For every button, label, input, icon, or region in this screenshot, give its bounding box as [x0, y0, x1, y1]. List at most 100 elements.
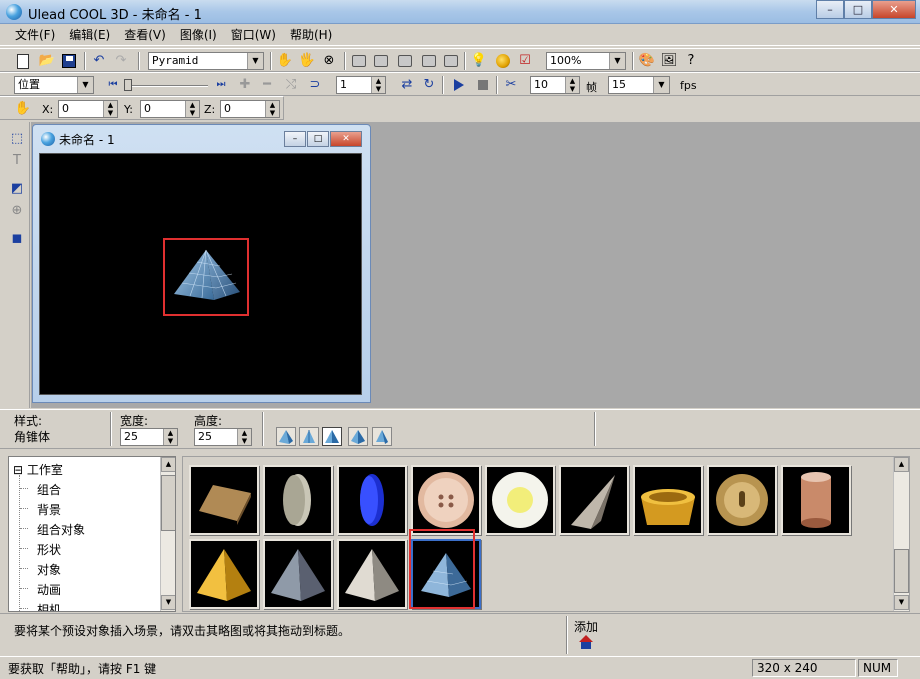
menu-view[interactable]: 查看(V) — [117, 24, 173, 46]
thumbnail-marble-pyramid[interactable] — [263, 539, 333, 609]
menu-image[interactable]: 图像(I) — [173, 24, 224, 46]
thumbnail-gold-pyramid[interactable] — [189, 539, 259, 609]
glass-pyramid-object[interactable] — [170, 248, 242, 304]
thumbnail-cork-board[interactable] — [189, 465, 259, 535]
fit-view-icon[interactable]: ⊗ — [320, 52, 338, 70]
thumbnail-stone-coin[interactable] — [263, 465, 333, 535]
menu-window[interactable]: 窗口(W) — [224, 24, 283, 46]
width-input[interactable]: 25 ▲ ▼ — [120, 428, 178, 446]
fps-select[interactable]: 15 ▼ — [608, 76, 670, 94]
scroll-down-icon[interactable]: ▼ — [161, 595, 175, 610]
pyramid-shape-2-icon[interactable] — [299, 427, 319, 446]
thumbnail-spool[interactable] — [781, 465, 851, 535]
close-button[interactable]: ✕ — [872, 0, 916, 19]
scroll-up-icon[interactable]: ▲ — [894, 457, 909, 472]
spinner-icon[interactable]: ▲ ▼ — [185, 101, 199, 117]
add-key-icon[interactable]: ✚ — [236, 76, 254, 94]
spinner-icon[interactable]: ▲ ▼ — [371, 77, 385, 93]
scroll-up-icon[interactable]: ▲ — [161, 457, 175, 472]
cube-icon[interactable]: ◼ — [8, 230, 26, 248]
align-2-icon[interactable] — [372, 52, 390, 70]
export-icon[interactable]: 🖼 — [660, 52, 678, 70]
render-icon[interactable]: 🎨 — [638, 52, 656, 70]
doc-minimize-button[interactable]: – — [284, 131, 306, 147]
frames-count-input[interactable]: 10 ▲ ▼ — [530, 76, 580, 94]
context-help-icon[interactable]: ? — [682, 52, 700, 70]
check-icon[interactable]: ☑ — [516, 52, 534, 70]
open-folder-icon[interactable]: 📂 — [38, 52, 56, 70]
mode-select[interactable]: 位置 ▼ — [14, 76, 94, 94]
timeline-thumb[interactable] — [124, 79, 132, 91]
light-icon[interactable]: 💡 — [470, 52, 488, 70]
zoom-object-icon[interactable]: ⊕ — [8, 202, 26, 220]
smooth-icon[interactable]: ✂ — [502, 76, 520, 94]
add-house-icon[interactable] — [578, 634, 594, 650]
reverse-icon[interactable]: ⤭ — [282, 76, 300, 94]
thumbnail-blue-disc[interactable] — [337, 465, 407, 535]
thumbnail-silver-pyramid[interactable] — [337, 539, 407, 609]
insert-object-icon[interactable]: ⬚ — [8, 130, 26, 148]
repeat-icon[interactable]: ↻ — [420, 76, 438, 94]
gallery-scrollbar[interactable]: ▲ ▼ — [893, 457, 909, 611]
tree-item-animation[interactable]: 动画 — [37, 581, 61, 598]
thumbnail-dog-bowl[interactable] — [633, 465, 703, 535]
spinner-icon[interactable]: ▲ ▼ — [103, 101, 117, 117]
thumbnail-egg[interactable] — [485, 465, 555, 535]
scroll-thumb[interactable] — [894, 549, 909, 593]
loop-icon[interactable]: ⊃ — [306, 76, 324, 94]
tree-item-object[interactable]: 对象 — [37, 561, 61, 578]
undo-icon[interactable]: ↶ — [90, 52, 108, 70]
z-input[interactable]: 0 ▲ ▼ — [220, 100, 280, 118]
scroll-down-icon[interactable]: ▼ — [894, 595, 909, 610]
y-input[interactable]: 0 ▲ ▼ — [140, 100, 200, 118]
rotate-hand-icon[interactable]: 🖐 — [298, 52, 316, 70]
thumbnail-lock[interactable] — [707, 465, 777, 535]
spinner-icon[interactable]: ▲ ▼ — [265, 101, 279, 117]
menu-help[interactable]: 帮助(H) — [283, 24, 339, 46]
tree-item-shape[interactable]: 形状 — [37, 541, 61, 558]
object-select[interactable]: Pyramid ▼ — [148, 52, 264, 70]
last-frame-icon[interactable]: ⏭ — [214, 76, 228, 94]
insert-text-icon[interactable]: T — [8, 152, 26, 170]
save-icon[interactable] — [60, 52, 78, 70]
stop-button[interactable] — [474, 76, 492, 94]
pyramid-shape-4-icon[interactable] — [348, 427, 368, 446]
pyramid-shape-5-icon[interactable] — [372, 427, 392, 446]
first-frame-icon[interactable]: ⏮ — [106, 76, 120, 94]
minimize-button[interactable]: – — [816, 0, 844, 19]
scene-canvas[interactable] — [39, 153, 362, 395]
tree-root[interactable]: ⊟ 工作室 — [13, 461, 63, 478]
play-button[interactable] — [450, 76, 468, 94]
hand-move-icon[interactable]: ✋ — [276, 52, 294, 70]
height-input[interactable]: 25 ▲ ▼ — [194, 428, 252, 446]
spinner-icon[interactable]: ▲ ▼ — [163, 429, 177, 445]
pyramid-shape-3-icon[interactable] — [322, 427, 342, 446]
tree-item-composition[interactable]: 组合 — [37, 481, 61, 498]
menu-edit[interactable]: 编辑(E) — [62, 24, 117, 46]
doc-maximize-button[interactable]: □ — [307, 131, 329, 147]
edit-geometry-icon[interactable]: ◩ — [8, 180, 26, 198]
tree-item-group-object[interactable]: 组合对象 — [37, 521, 85, 538]
remove-key-icon[interactable]: ━ — [258, 76, 276, 94]
spinner-icon[interactable]: ▲ ▼ — [237, 429, 251, 445]
pingpong-icon[interactable]: ⇄ — [398, 76, 416, 94]
zoom-select[interactable]: 100% ▼ — [546, 52, 626, 70]
align-1-icon[interactable] — [350, 52, 368, 70]
timeline-track[interactable] — [124, 85, 208, 87]
new-file-icon[interactable] — [14, 52, 32, 70]
x-input[interactable]: 0 ▲ ▼ — [58, 100, 118, 118]
pyramid-shape-1-icon[interactable] — [276, 427, 296, 446]
align-4-icon[interactable] — [420, 52, 438, 70]
tree-item-background[interactable]: 背景 — [37, 501, 61, 518]
maximize-button[interactable]: □ — [844, 0, 872, 19]
scroll-thumb[interactable] — [161, 475, 175, 531]
align-5-icon[interactable] — [442, 52, 460, 70]
doc-close-button[interactable]: ✕ — [330, 131, 362, 147]
redo-icon[interactable]: ↷ — [112, 52, 130, 70]
menu-file[interactable]: 文件(F) — [8, 24, 62, 46]
thumbnail-cone[interactable] — [559, 465, 629, 535]
thumbnail-button[interactable] — [411, 465, 481, 535]
frame-input[interactable]: 1 ▲ ▼ — [336, 76, 386, 94]
spinner-icon[interactable]: ▲ ▼ — [565, 77, 579, 93]
tree-item-camera[interactable]: 相机 — [37, 601, 61, 611]
